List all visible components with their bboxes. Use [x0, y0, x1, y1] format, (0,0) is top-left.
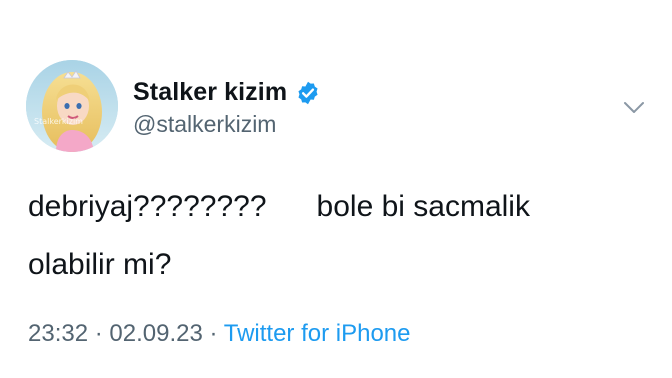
tweet-meta: 23:32 · 02.09.23 · Twitter for iPhone	[28, 320, 410, 348]
avatar-watermark: Stalkerkizim	[34, 117, 83, 126]
tweet-text-line: olabilir mi?	[28, 248, 172, 281]
tweet-date[interactable]: 02.09.23	[109, 320, 202, 347]
author-avatar[interactable]: Stalkerkizim	[26, 60, 118, 152]
tweet-time[interactable]: 23:32	[28, 320, 88, 347]
meta-separator: ·	[94, 320, 103, 347]
avatar-image: Stalkerkizim	[26, 60, 118, 152]
meta-separator: ·	[209, 320, 218, 347]
tweet-text-line: debriyaj???????? bole bi sacmalik	[28, 190, 530, 223]
author-name-row[interactable]: Stalker kizim	[133, 78, 321, 107]
author-handle[interactable]: @stalkerkizim	[133, 111, 276, 138]
verified-badge-icon	[298, 81, 318, 104]
chevron-down-icon[interactable]	[621, 94, 647, 120]
tweet-card: Stalkerkizim Stalker kizim @stalkerkizim…	[0, 0, 672, 378]
display-name[interactable]: Stalker kizim	[133, 78, 287, 107]
tweet-source-link[interactable]: Twitter for iPhone	[224, 320, 411, 347]
